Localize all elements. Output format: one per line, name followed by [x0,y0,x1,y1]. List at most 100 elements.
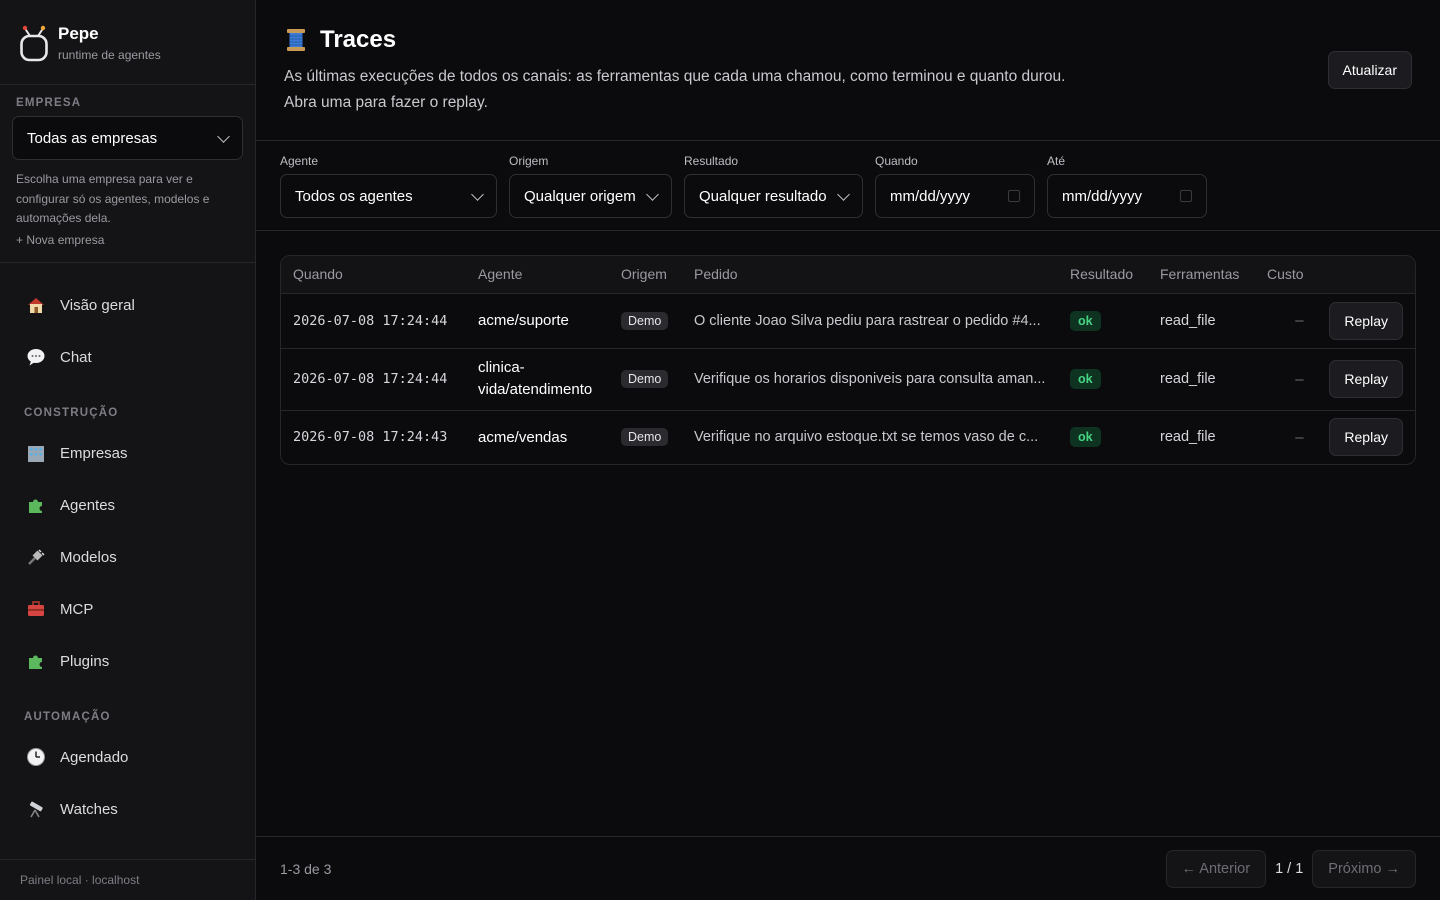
chevron-down-icon [646,187,659,201]
trace-tools: read_file [1160,429,1216,446]
origin-badge: Demo [621,428,669,447]
table-row[interactable]: 2026-07-08 17:24:44 acme/suporte Demo O … [281,293,1415,349]
trace-cost: – [1295,428,1304,446]
speech-bubble-icon [24,345,48,369]
sidebar-item-label: MCP [60,600,94,618]
trace-request: Verifique os horarios disponiveis para c… [682,348,1058,411]
nav-section-construcao: CONSTRUÇÃO [24,407,119,419]
column-header: Origem [609,256,682,294]
agent-select[interactable]: Todos os agentes [280,174,497,218]
page-indicator: 1 / 1 [1275,860,1304,877]
company-select-value: Todas as empresas [27,129,158,147]
column-header: Custo [1255,256,1316,294]
trace-agent: acme/suporte [466,293,609,349]
plug-icon [24,545,48,569]
trace-tools: read_file [1148,348,1255,411]
trace-cost: – [1255,293,1316,349]
refresh-button[interactable]: Atualizar [1327,51,1412,89]
table-row[interactable]: 2026-07-08 17:24:43 acme/vendas Demo Ver… [281,410,1415,464]
office-building-icon [24,441,48,465]
date-from-label: Quando [875,154,918,168]
agent-select-value: Todos os agentes [295,187,413,205]
page-header: Traces As últimas execuções de todos os … [256,0,1440,141]
previous-page-button[interactable]: ← Anterior [1165,849,1267,888]
sidebar-item-plugins[interactable]: Plugins [12,635,243,687]
sidebar-nav: Visão geral Chat CONSTRUÇÃO Empresas Age… [0,263,255,859]
puzzle-icon [24,493,48,517]
pepe-logo-icon [18,22,50,62]
traces-table-container: Quando Agente Origem Pedido Resultado Fe… [280,255,1416,465]
replay-button[interactable]: Replay [1329,360,1403,398]
sidebar-item-mcp[interactable]: MCP [12,583,243,635]
date-to-label: Até [1047,154,1066,168]
puzzle-icon [24,649,48,673]
trace-tools: read_file [1148,293,1255,349]
sidebar-item-chat[interactable]: Chat [12,331,243,383]
sidebar-item-label: Visão geral [60,296,135,314]
trace-request: Verifique no arquivo estoque.txt se temo… [694,429,1039,446]
sidebar-item-label: Watches [60,800,118,818]
column-header: Agente [466,256,609,294]
origin-select-value: Qualquer origem [524,187,636,205]
pagination-bar: 1-3 de 3 ← Anterior 1 / 1 Próximo → [256,836,1440,900]
status-badge: ok [1070,310,1101,331]
sidebar-item-agendado[interactable]: Agendado [12,731,243,783]
date-to-value: mm/dd/yyyy [1062,187,1143,205]
agent-filter: Agente Todos os agentes [280,154,497,230]
sidebar: Pepe runtime de agentes EMPRESA Todas as… [0,0,256,900]
sidebar-item-agentes[interactable]: Agentes [12,479,243,531]
sidebar-item-modelos[interactable]: Modelos [12,531,243,583]
status-badge: ok [1070,369,1101,389]
origin-filter: Origem Qualquer origem [509,154,672,230]
result-filter: Resultado Qualquer resultado [684,154,863,230]
page-title: Traces [320,26,397,53]
date-to-input[interactable]: mm/dd/yyyy [1047,174,1207,218]
table-row[interactable]: 2026-07-08 17:24:44 clinica-vida/atendim… [281,348,1415,411]
column-header-actions [1315,256,1415,294]
date-from-input[interactable]: mm/dd/yyyy [875,174,1035,218]
nav-section-automacao: AUTOMAÇÃO [24,711,111,723]
filters-bar: Agente Todos os agentes Origem Qualquer … [256,141,1440,231]
calendar-icon[interactable] [1180,190,1192,202]
trace-request: O cliente Joao Silva pediu para rastrear… [682,293,1058,349]
sidebar-item-visao-geral[interactable]: Visão geral [12,279,243,331]
new-company-link[interactable]: + Nova empresa [12,233,243,247]
brand-subtitle: runtime de agentes [58,48,161,62]
column-header: Resultado [1058,256,1148,294]
sidebar-item-label: Empresas [60,444,128,462]
sidebar-item-watches[interactable]: Watches [12,783,243,835]
next-page-button[interactable]: Próximo → [1312,849,1416,888]
house-icon [24,293,48,317]
main-content: Traces As últimas execuções de todos os … [256,0,1440,900]
chevron-down-icon [471,187,484,201]
origin-badge: Demo [621,311,669,330]
trace-agent: acme/vendas [478,428,568,446]
status-badge: ok [1070,427,1101,448]
column-header: Pedido [682,256,1058,294]
trace-cost: – [1255,348,1316,411]
sidebar-footer: Painel local · localhost [0,859,255,900]
result-select[interactable]: Qualquer resultado [684,174,863,218]
company-select[interactable]: Todas as empresas [12,116,243,160]
clock-icon [24,745,48,769]
column-header: Quando [281,256,466,294]
origin-filter-label: Origem [509,154,549,168]
trace-when: 2026-07-08 17:24:44 [281,293,466,349]
agent-filter-label: Agente [280,154,319,168]
sidebar-item-empresas[interactable]: Empresas [12,427,243,479]
column-header: Ferramentas [1148,256,1255,294]
calendar-icon[interactable] [1008,190,1020,202]
telescope-icon [24,797,48,821]
table-header-row: Quando Agente Origem Pedido Resultado Fe… [281,256,1415,294]
date-from-value: mm/dd/yyyy [890,187,971,205]
date-to-filter: Até mm/dd/yyyy [1047,154,1207,230]
replay-button[interactable]: Replay [1329,301,1403,340]
traces-table: Quando Agente Origem Pedido Resultado Fe… [281,256,1415,464]
page-description: As últimas execuções de todos os canais:… [284,68,1066,111]
replay-button[interactable]: Replay [1329,418,1403,457]
brand: Pepe runtime de agentes [0,0,255,85]
toolbox-icon [24,597,48,621]
sidebar-item-label: Agentes [60,496,116,514]
origin-select[interactable]: Qualquer origem [509,174,672,218]
trace-agent: clinica-vida/atendimento [466,348,609,411]
